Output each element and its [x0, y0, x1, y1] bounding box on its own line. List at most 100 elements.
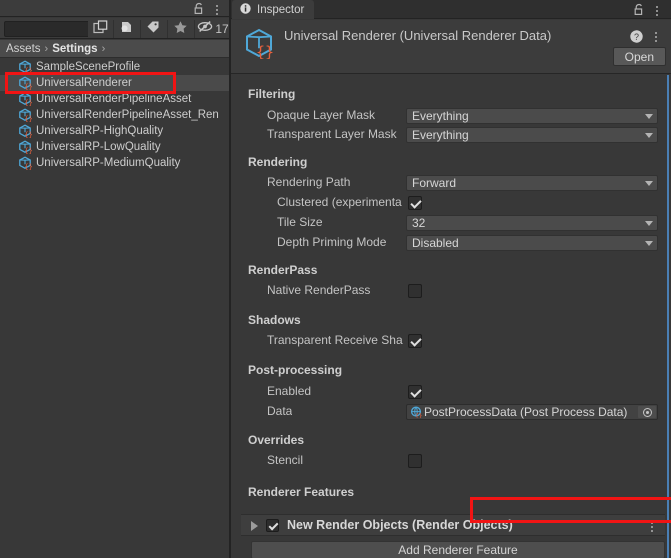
svg-text:{}: {} [24, 163, 32, 170]
clustered-checkbox[interactable] [408, 196, 422, 210]
section-title-renderpass: RenderPass [248, 263, 317, 277]
lock-icon[interactable] [633, 3, 645, 16]
list-item[interactable]: {} UniversalRenderPipelineAsset_Ren [0, 107, 231, 123]
section-title-renderer-features: Renderer Features [248, 485, 354, 499]
open-button[interactable]: Open [613, 47, 666, 66]
property-row-tile-size: Tile Size 32 [231, 215, 671, 233]
renderer-feature-menu-icon[interactable] [646, 519, 658, 533]
property-label: Native RenderPass [267, 283, 370, 297]
list-item[interactable]: {} UniversalRP-LowQuality [0, 139, 231, 155]
asset-label: UniversalRP-HighQuality [36, 125, 163, 137]
renderer-data-asset-icon: {} [18, 92, 32, 106]
chevron-down-icon [645, 114, 653, 119]
hidden-packages-button[interactable]: 17 [194, 20, 231, 38]
favorites-filter-button[interactable] [167, 20, 193, 38]
renderer-feature-enabled-checkbox[interactable] [266, 519, 279, 532]
svg-text:{}: {} [24, 131, 32, 138]
list-item[interactable]: {} UniversalRP-MediumQuality [0, 155, 231, 171]
inspector-panel: Inspector {} Universal Renderer (Un [231, 0, 671, 558]
inspector-header: {} Universal Renderer (Universal Rendere… [231, 20, 671, 74]
depth-priming-mode-dropdown[interactable]: Disabled [406, 235, 658, 251]
svg-text:{}: {} [256, 43, 274, 59]
chevron-down-icon [645, 133, 653, 138]
property-row-rendering-path: Rendering Path Forward [231, 175, 671, 193]
breadcrumb-item-settings[interactable]: Settings [52, 43, 97, 55]
project-panel: 17 Assets › Settings › {} SampleScenePro… [0, 0, 231, 558]
property-label: Data [267, 404, 292, 418]
chevron-down-icon [645, 221, 653, 226]
page-title: Universal Renderer (Universal Renderer D… [284, 28, 551, 43]
objectfield-value: PostProcessData (Post Process Data) [424, 405, 627, 419]
breadcrumb-separator: › [45, 43, 49, 55]
panel-menu-icon[interactable] [651, 3, 663, 16]
scriptable-object-icon: {} [410, 406, 422, 418]
property-row-opaque-layer-mask: Opaque Layer Mask Everything [231, 108, 671, 126]
native-renderpass-checkbox[interactable] [408, 284, 422, 298]
lock-icon[interactable] [193, 2, 205, 15]
property-row-pp-data: Data {} PostProcessData (Post Process Da… [231, 404, 671, 422]
dropdown-value: Everything [412, 128, 469, 142]
section-title-rendering: Rendering [248, 155, 307, 169]
object-filter-button[interactable] [113, 20, 139, 38]
renderer-data-asset-icon: {} [18, 140, 32, 154]
chevron-right-icon[interactable] [251, 521, 258, 531]
help-icon[interactable]: ? [630, 30, 643, 43]
dropdown-value: Forward [412, 176, 456, 190]
asset-label: UniversalRenderPipelineAsset [36, 93, 191, 105]
asset-list[interactable]: {} SampleSceneProfile {} UniversalRender… [0, 59, 231, 558]
asset-label: UniversalRP-LowQuality [36, 141, 161, 153]
info-icon [240, 1, 251, 19]
transparent-layer-mask-dropdown[interactable]: Everything [406, 127, 658, 143]
project-panel-titlebar [0, 0, 231, 17]
svg-text:{}: {} [24, 147, 32, 154]
tab-label: Inspector [257, 4, 304, 16]
renderer-feature-row[interactable]: New Render Objects (Render Objects) [241, 514, 665, 536]
renderer-data-asset-icon: {} [18, 108, 32, 122]
list-item[interactable]: {} UniversalRenderPipelineAsset [0, 91, 231, 107]
property-row-native-renderpass: Native RenderPass [231, 283, 671, 301]
project-toolbar: 17 [0, 18, 231, 39]
label-filter-button[interactable] [140, 20, 166, 38]
inspector-menu-icon[interactable] [650, 29, 662, 43]
dropdown-value: Disabled [412, 236, 459, 250]
breadcrumb-item-assets[interactable]: Assets [6, 43, 41, 55]
property-row-depth-priming-mode: Depth Priming Mode Disabled [231, 235, 671, 253]
section-title-shadows: Shadows [248, 313, 301, 327]
breadcrumb-separator-2: › [102, 43, 106, 55]
active-panel-accent-edge [667, 75, 669, 558]
property-label: Tile Size [277, 215, 323, 229]
unity-editor-window: 17 Assets › Settings › {} SampleScenePro… [0, 0, 671, 558]
object-picker-button[interactable] [638, 406, 656, 418]
chevron-down-icon [645, 181, 653, 186]
svg-text:{}: {} [24, 115, 32, 122]
list-item-selected[interactable]: {} UniversalRenderer [0, 75, 231, 91]
asset-label: UniversalRP-MediumQuality [36, 157, 180, 169]
property-label: Opaque Layer Mask [267, 108, 375, 122]
svg-text:{}: {} [24, 83, 32, 90]
panel-menu-icon[interactable] [211, 2, 223, 15]
two-pane-toggle-button[interactable] [88, 20, 112, 38]
svg-text:?: ? [634, 32, 639, 42]
opaque-layer-mask-dropdown[interactable]: Everything [406, 108, 658, 124]
tab-inspector[interactable]: Inspector [232, 0, 314, 19]
property-row-transparent-layer-mask: Transparent Layer Mask Everything [231, 127, 671, 145]
rendering-path-dropdown[interactable]: Forward [406, 175, 658, 191]
list-item[interactable]: {} UniversalRP-HighQuality [0, 123, 231, 139]
post-process-data-objectfield[interactable]: {} PostProcessData (Post Process Data) [406, 404, 658, 420]
renderer-data-asset-icon: {} [18, 76, 32, 90]
svg-text:{}: {} [24, 67, 32, 74]
list-item[interactable]: {} SampleSceneProfile [0, 59, 231, 75]
section-title-filtering: Filtering [248, 87, 295, 101]
transparent-receive-shadows-checkbox[interactable] [408, 334, 422, 348]
post-processing-enabled-checkbox[interactable] [408, 385, 422, 399]
property-label: Depth Priming Mode [277, 235, 386, 249]
asset-label: UniversalRenderPipelineAsset_Ren [36, 109, 219, 121]
tile-size-dropdown[interactable]: 32 [406, 215, 658, 231]
section-title-overrides: Overrides [248, 433, 304, 447]
stencil-checkbox[interactable] [408, 454, 422, 468]
svg-text:{}: {} [415, 413, 422, 418]
renderer-feature-label: New Render Objects (Render Objects) [287, 518, 513, 532]
add-renderer-feature-button[interactable]: Add Renderer Feature [251, 541, 665, 558]
property-label: Enabled [267, 384, 311, 398]
inspector-tabbar: Inspector [231, 0, 671, 19]
